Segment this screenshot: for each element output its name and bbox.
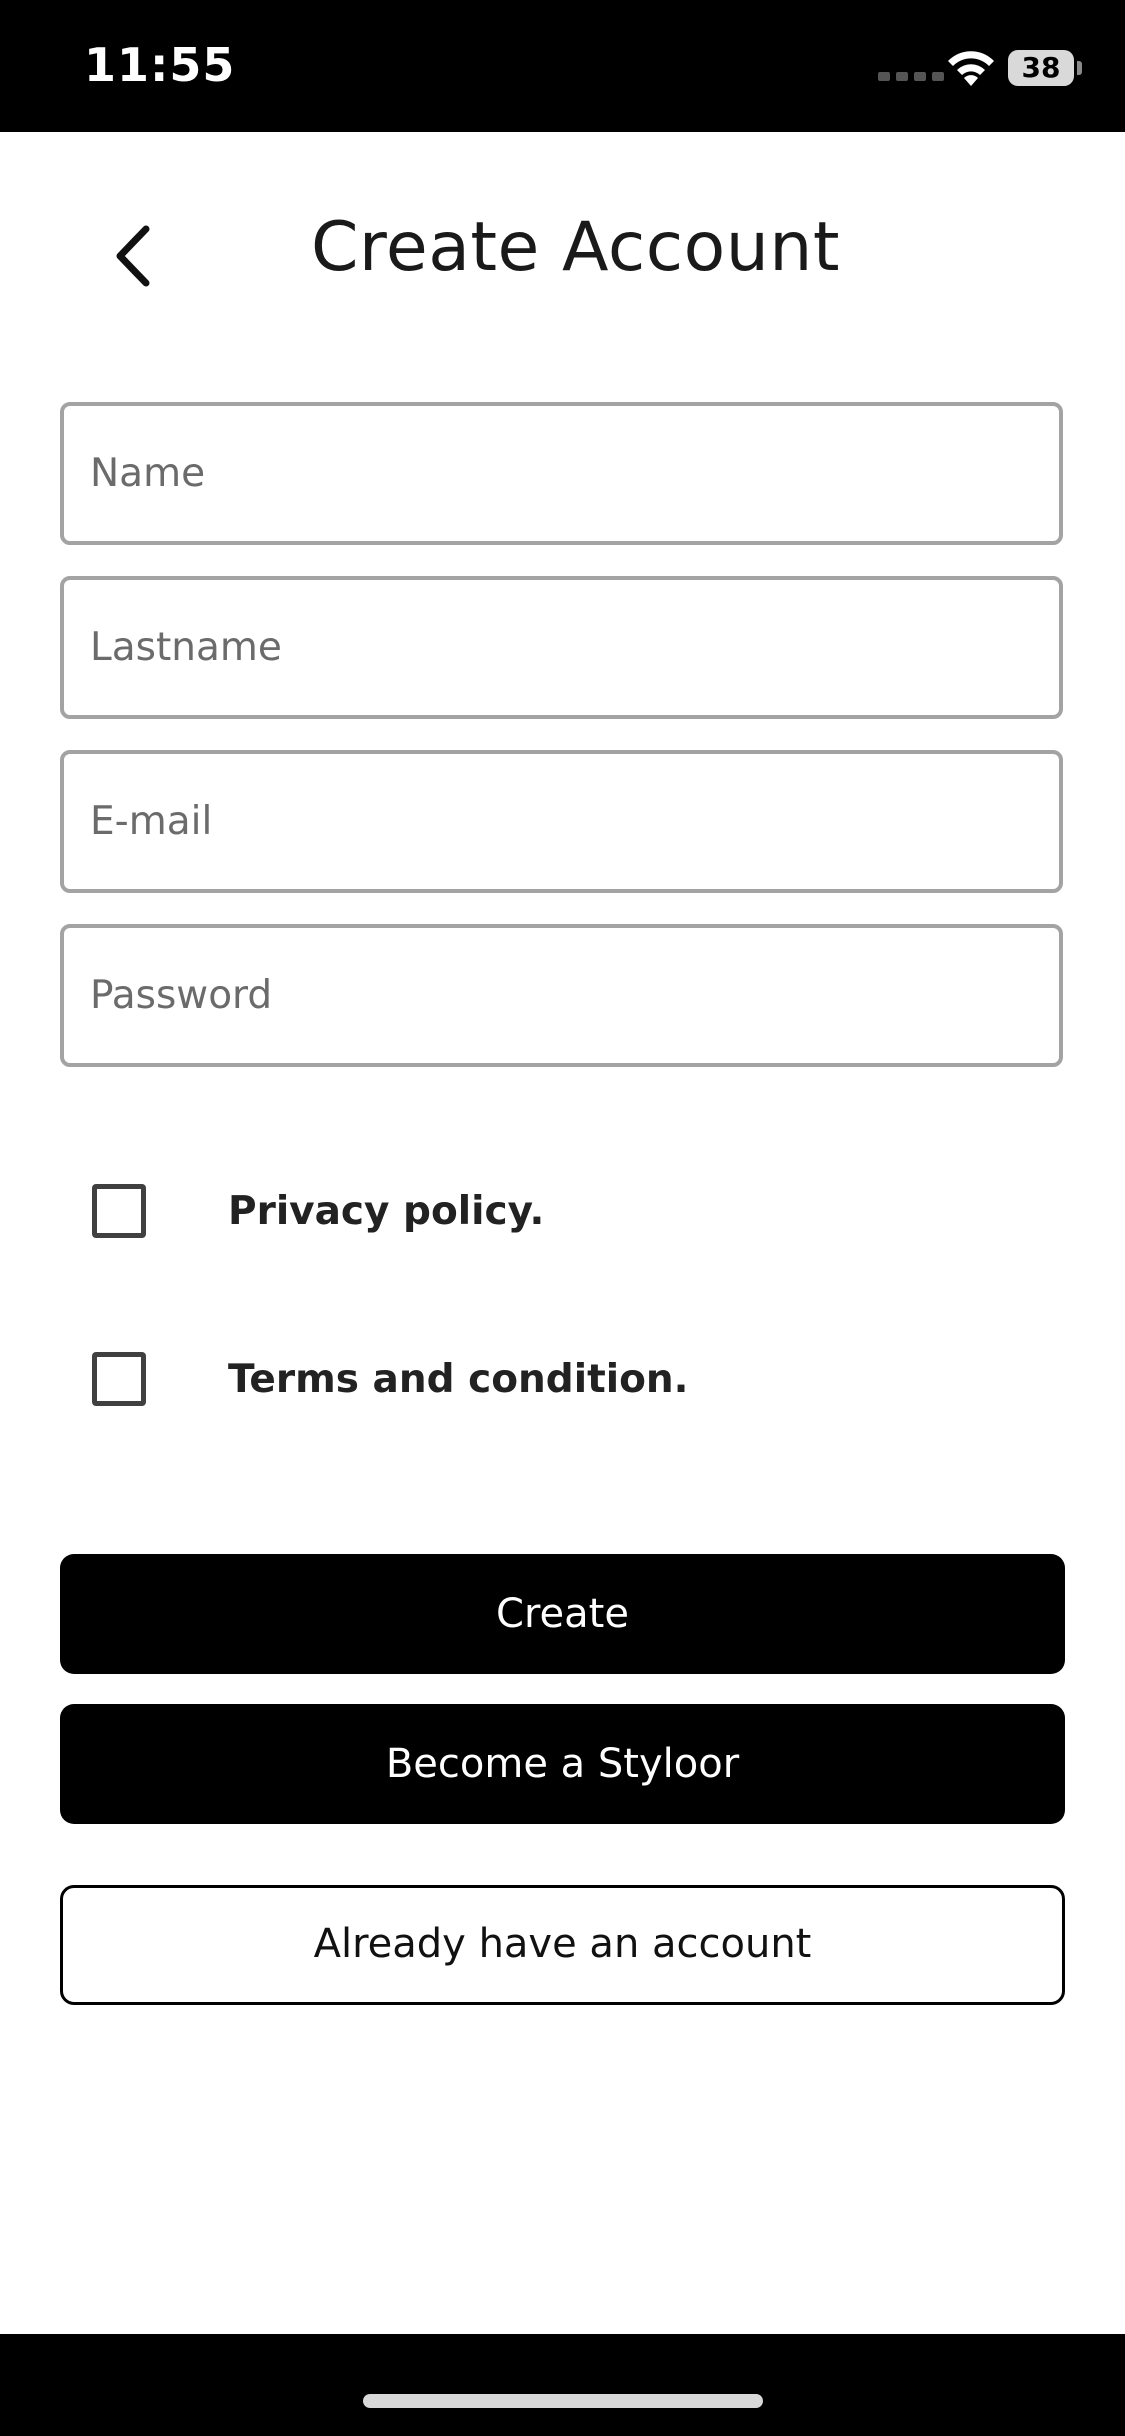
terms-checkbox[interactable]: [92, 1352, 146, 1406]
terms-label[interactable]: Terms and condition.: [228, 1357, 688, 1402]
cellular-signal-icon: [878, 72, 944, 81]
status-time: 11:55: [84, 38, 236, 92]
already-have-account-button[interactable]: Already have an account: [60, 1885, 1065, 2005]
create-button[interactable]: Create: [60, 1554, 1065, 1674]
lastname-input[interactable]: [64, 580, 1059, 715]
privacy-policy-row: Privacy policy.: [92, 1181, 544, 1241]
terms-row: Terms and condition.: [92, 1349, 688, 1409]
privacy-policy-label[interactable]: Privacy policy.: [228, 1189, 544, 1234]
privacy-policy-checkbox[interactable]: [92, 1184, 146, 1238]
battery-cap: [1077, 61, 1082, 75]
battery-icon: 38: [1008, 50, 1074, 86]
password-field[interactable]: [60, 924, 1063, 1067]
name-input[interactable]: [64, 406, 1059, 541]
status-bar: 11:55 38: [0, 0, 1125, 132]
password-input[interactable]: [64, 928, 1059, 1063]
home-indicator[interactable]: [363, 2394, 763, 2408]
become-styloor-button[interactable]: Become a Styloor: [60, 1704, 1065, 1824]
create-account-screen: Create Account Privacy policy. Terms and…: [0, 132, 1125, 2334]
email-input[interactable]: [64, 754, 1059, 889]
lastname-field[interactable]: [60, 576, 1063, 719]
name-field[interactable]: [60, 402, 1063, 545]
wifi-icon: [948, 51, 994, 86]
page-title: Create Account: [310, 208, 841, 287]
email-field[interactable]: [60, 750, 1063, 893]
home-bar: [0, 2334, 1125, 2436]
